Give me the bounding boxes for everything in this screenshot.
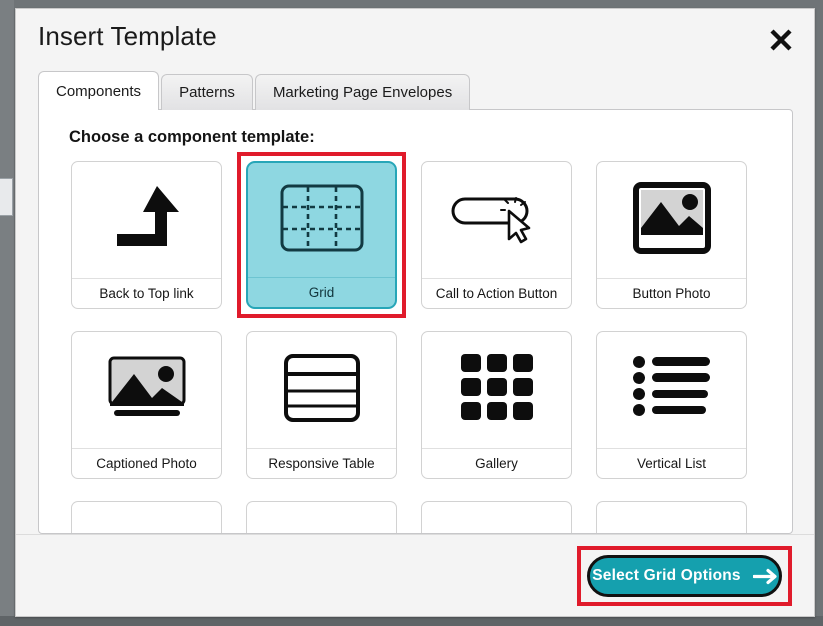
grid-icon xyxy=(279,183,365,258)
tab-patterns[interactable]: Patterns xyxy=(161,74,253,110)
card-label: Back to Top link xyxy=(72,278,221,308)
responsive-table-icon xyxy=(283,353,361,428)
card-slot-button-photo: Button Photo xyxy=(596,161,747,309)
template-card-captioned-photo[interactable]: Captioned Photo xyxy=(71,331,222,479)
card-slot-grid: Grid xyxy=(237,152,406,318)
backdrop-left-strip xyxy=(0,0,14,626)
template-card-partial[interactable] xyxy=(596,501,747,533)
card-label: Captioned Photo xyxy=(72,448,221,478)
template-card-call-to-action-button[interactable]: Call to Action Button xyxy=(421,161,572,309)
card-thumbnail xyxy=(422,332,571,448)
captioned-photo-icon xyxy=(106,352,188,429)
tab-bar: Components Patterns Marketing Page Envel… xyxy=(38,71,471,110)
template-card-partial[interactable] xyxy=(246,501,397,533)
template-card-row-partial xyxy=(71,501,792,533)
card-thumbnail xyxy=(597,162,746,278)
template-card-responsive-table[interactable]: Responsive Table xyxy=(246,331,397,479)
card-slot-responsive-table: Responsive Table xyxy=(246,331,397,479)
card-thumbnail xyxy=(422,162,571,278)
card-thumbnail xyxy=(597,332,746,448)
card-slot-call-to-action-button: Call to Action Button xyxy=(421,161,572,309)
tab-components[interactable]: Components xyxy=(38,71,160,110)
arrow-right-icon xyxy=(752,568,777,585)
card-slot-vertical-list: Vertical List xyxy=(596,331,747,479)
select-grid-options-label: Select Grid Options xyxy=(592,567,741,584)
card-slot-back-to-top-link: Back to Top link xyxy=(71,161,222,309)
template-card-vertical-list[interactable]: Vertical List xyxy=(596,331,747,479)
tab-patterns-label: Patterns xyxy=(179,84,235,101)
card-label: Responsive Table xyxy=(247,448,396,478)
select-grid-options-button[interactable]: Select Grid Options xyxy=(587,555,782,597)
back-to-top-arrow-icon xyxy=(111,180,183,261)
backdrop-bottom-strip xyxy=(0,616,823,626)
template-panel: Choose a component template: Back to Top xyxy=(38,109,793,534)
button-photo-icon xyxy=(632,181,711,259)
template-panel-scroll-area[interactable]: Choose a component template: Back to Top xyxy=(39,110,792,533)
card-label: Gallery xyxy=(422,448,571,478)
card-label: Call to Action Button xyxy=(422,278,571,308)
card-slot-captioned-photo: Captioned Photo xyxy=(71,331,222,479)
card-thumbnail xyxy=(72,162,221,278)
gallery-icon xyxy=(459,352,535,429)
dialog-header: Insert Template xyxy=(16,9,814,71)
tab-components-label: Components xyxy=(56,82,142,100)
vertical-list-icon xyxy=(632,355,712,425)
cta-area: Select Grid Options xyxy=(577,546,792,606)
template-card-partial[interactable] xyxy=(421,501,572,533)
template-card-gallery[interactable]: Gallery xyxy=(421,331,572,479)
tab-marketing-page-envelopes[interactable]: Marketing Page Envelopes xyxy=(254,74,471,110)
insert-template-dialog: Insert Template Components Patterns Mark… xyxy=(15,8,815,617)
card-label: Vertical List xyxy=(597,448,746,478)
call-to-action-button-icon xyxy=(449,189,545,252)
card-thumbnail xyxy=(248,163,395,277)
template-card-grid[interactable]: Grid xyxy=(246,161,397,309)
page-title: Insert Template xyxy=(38,21,217,51)
tab-marketing-page-envelopes-label: Marketing Page Envelopes xyxy=(272,84,453,101)
card-thumbnail xyxy=(247,332,396,448)
template-card-partial[interactable] xyxy=(71,501,222,533)
background-window-fragment xyxy=(0,178,13,216)
close-icon xyxy=(768,27,794,53)
card-label: Button Photo xyxy=(597,278,746,308)
template-card-grid: Back to Top link Grid Call to Action But… xyxy=(71,152,792,479)
panel-heading: Choose a component template: xyxy=(69,128,315,146)
card-label: Grid xyxy=(248,277,395,307)
template-card-back-to-top-link[interactable]: Back to Top link xyxy=(71,161,222,309)
template-card-button-photo[interactable]: Button Photo xyxy=(596,161,747,309)
card-slot-gallery: Gallery xyxy=(421,331,572,479)
close-button[interactable] xyxy=(764,23,798,57)
dialog-footer: Select Grid Options xyxy=(16,534,814,616)
card-thumbnail xyxy=(72,332,221,448)
